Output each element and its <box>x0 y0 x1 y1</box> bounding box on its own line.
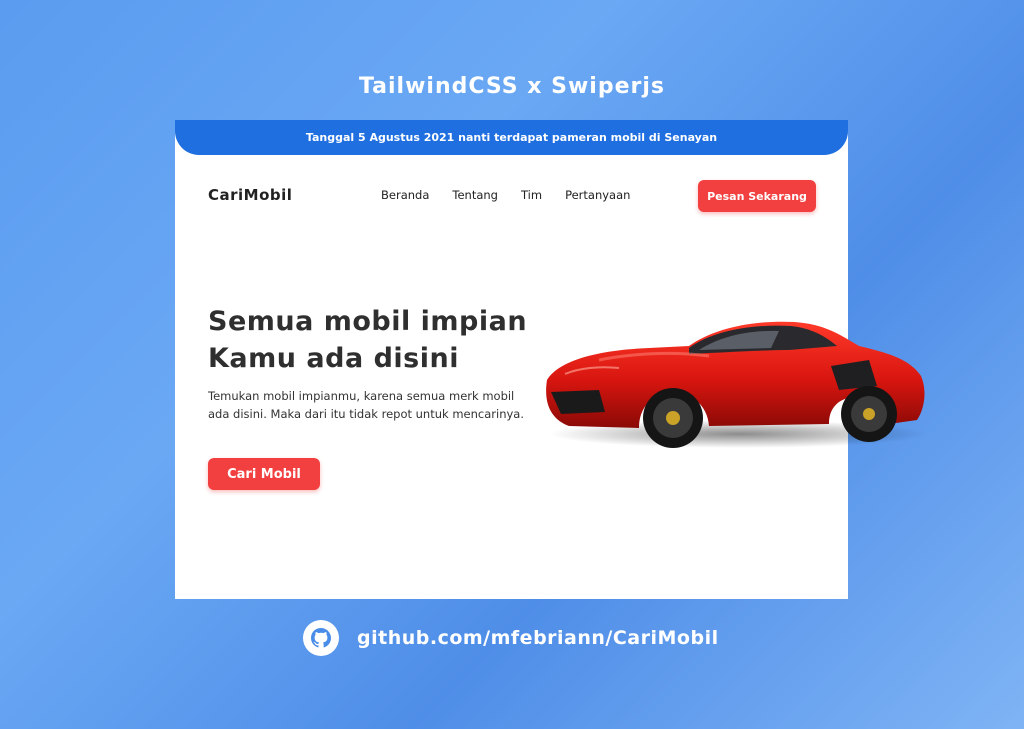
github-link[interactable]: github.com/mfebriann/CariMobil <box>303 620 719 656</box>
hero-title-line-2: Kamu ada disini <box>208 343 459 374</box>
nav-item-beranda[interactable]: Beranda <box>381 188 429 202</box>
hero-title: Semua mobil impian Kamu ada disini <box>208 303 538 377</box>
car-image <box>546 321 929 448</box>
find-car-button[interactable]: Cari Mobil <box>208 458 320 490</box>
nav-item-pertanyaan[interactable]: Pertanyaan <box>565 188 630 202</box>
main-nav: Beranda Tentang Tim Pertanyaan <box>381 188 630 202</box>
page-heading: TailwindCSS x Swiperjs <box>358 74 665 99</box>
website-preview: Tanggal 5 Agustus 2021 nanti terdapat pa… <box>175 120 929 599</box>
brand-logo[interactable]: CariMobil <box>208 186 292 204</box>
hero-title-line-1: Semua mobil impian <box>208 306 528 337</box>
order-now-button[interactable]: Pesan Sekarang <box>698 180 816 212</box>
announcement-text: Tanggal 5 Agustus 2021 nanti terdapat pa… <box>305 131 718 144</box>
announcement-bar: Tanggal 5 Agustus 2021 nanti terdapat pa… <box>175 120 848 155</box>
hero-description: Temukan mobil impianmu, karena semua mer… <box>208 389 524 421</box>
github-link-text[interactable]: github.com/mfebriann/CariMobil <box>357 627 719 649</box>
nav-item-tim[interactable]: Tim <box>521 188 542 202</box>
nav-item-tentang[interactable]: Tentang <box>452 188 498 202</box>
github-icon <box>303 620 339 656</box>
